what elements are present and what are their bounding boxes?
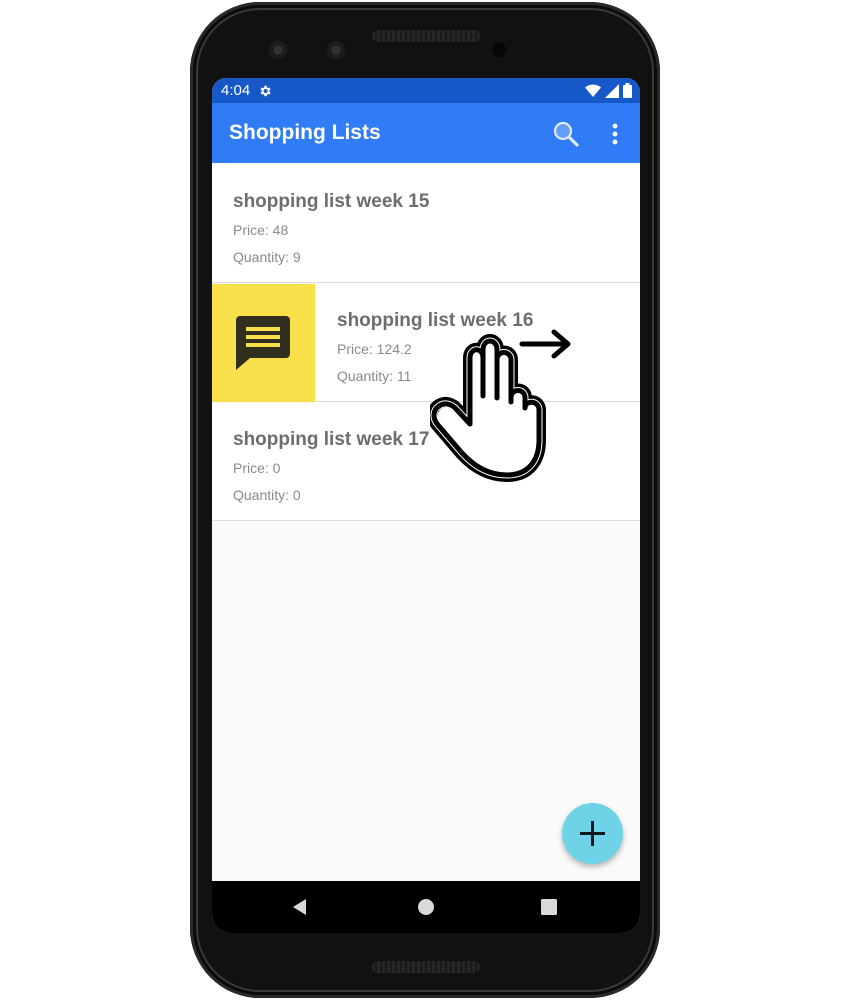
phone-screen: 4:04 Shopping Lists shopping list week 1… xyxy=(212,78,640,933)
message-icon xyxy=(236,316,290,370)
gear-icon xyxy=(260,85,271,96)
list-item-quantity: Quantity: 11 xyxy=(337,368,412,384)
list-item[interactable]: shopping list week 15 Price: 48 Quantity… xyxy=(212,165,640,283)
wifi-icon xyxy=(585,83,601,97)
battery-icon xyxy=(623,83,632,98)
list-item-title: shopping list week 17 xyxy=(233,429,430,450)
earpiece-speaker xyxy=(372,30,480,42)
back-icon[interactable] xyxy=(290,897,310,917)
front-camera-secondary xyxy=(326,40,346,60)
add-list-button[interactable] xyxy=(562,803,623,864)
recents-icon[interactable] xyxy=(539,897,559,917)
search-icon[interactable] xyxy=(551,119,581,149)
swipe-action-background[interactable] xyxy=(212,284,315,402)
proximity-sensor xyxy=(492,43,506,57)
list-item-price: Price: 124.2 xyxy=(337,341,412,357)
app-title: Shopping Lists xyxy=(229,121,381,144)
list-item-quantity: Quantity: 0 xyxy=(233,487,301,503)
swipe-right-hand-icon xyxy=(430,329,571,482)
navigation-bar xyxy=(212,881,640,933)
front-camera xyxy=(268,40,288,60)
list-item-price: Price: 48 xyxy=(233,222,289,238)
overflow-menu-icon[interactable] xyxy=(606,121,624,147)
app-bar: Shopping Lists xyxy=(212,103,640,163)
signal-icon xyxy=(605,83,619,98)
list-item-price: Price: 0 xyxy=(233,460,281,476)
status-bar: 4:04 xyxy=(212,78,640,103)
plus-icon xyxy=(580,821,605,846)
status-time: 4:04 xyxy=(221,82,251,99)
list-item-quantity: Quantity: 9 xyxy=(233,249,301,265)
list-item-title: shopping list week 15 xyxy=(233,191,430,212)
status-icons xyxy=(585,83,632,98)
home-icon[interactable] xyxy=(416,897,436,917)
bottom-speaker xyxy=(372,961,480,973)
